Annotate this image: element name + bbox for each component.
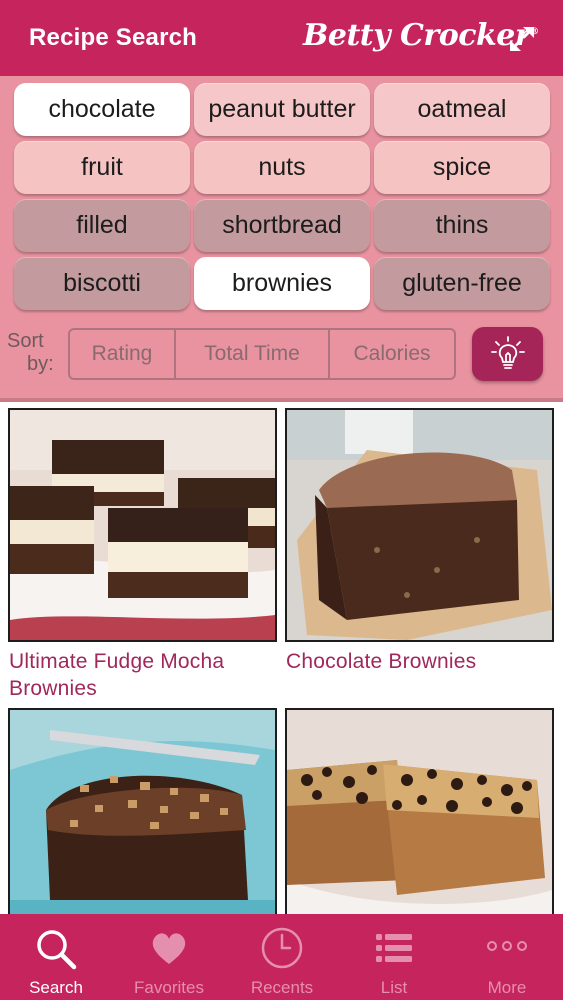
expand-arrows-icon[interactable] [508, 25, 536, 53]
more-dots-icon [487, 941, 527, 951]
sort-rating-button[interactable]: Rating [70, 330, 176, 378]
filter-chip-spice[interactable]: spice [374, 141, 550, 194]
recipe-title[interactable]: Ultimate Fudge Mocha Brownies [9, 648, 279, 702]
sort-segmented-control: Rating Total Time Calories [68, 328, 456, 380]
search-icon [37, 930, 77, 970]
filter-chip-shortbread[interactable]: shortbread [194, 199, 370, 252]
clock-icon [261, 927, 303, 969]
recipe-card[interactable] [0, 706, 282, 914]
recipe-card[interactable]: Chocolate Brownies [282, 402, 563, 702]
filter-chip-oatmeal[interactable]: oatmeal [374, 83, 550, 136]
recipe-photo [8, 708, 277, 914]
filter-chip-gluten-free[interactable]: gluten-free [374, 257, 550, 310]
tab-favorites[interactable]: Favorites [113, 914, 225, 1000]
tab-list[interactable]: List [338, 914, 450, 1000]
filter-chip-peanut-butter[interactable]: peanut butter [194, 83, 370, 136]
recipe-photo [285, 408, 554, 642]
brand-logo: Betty Crocker® [303, 18, 539, 53]
recipe-photo [285, 708, 554, 914]
filter-chip-fruit[interactable]: fruit [14, 141, 190, 194]
filter-chip-nuts[interactable]: nuts [194, 141, 370, 194]
recipe-card[interactable] [282, 706, 563, 914]
sort-label: Sort by: [7, 330, 54, 375]
results-grid: Ultimate Fudge Mocha Brownies Chocolate … [0, 402, 563, 914]
sort-calories-button[interactable]: Calories [330, 330, 454, 378]
app-header: Recipe Search Betty Crocker® [0, 0, 563, 76]
filter-chip-brownies[interactable]: brownies [194, 257, 370, 310]
sort-total-time-button[interactable]: Total Time [176, 330, 330, 378]
page-title: Recipe Search [29, 24, 198, 51]
heart-icon [152, 933, 186, 964]
tab-more[interactable]: More [451, 914, 563, 1000]
lightbulb-icon [490, 336, 525, 369]
filter-chip-chocolate[interactable]: chocolate [14, 83, 190, 136]
tab-search[interactable]: Search [0, 914, 112, 1000]
tab-recents[interactable]: Recents [226, 914, 338, 1000]
recipe-title[interactable]: Chocolate Brownies [286, 648, 556, 675]
tab-bar: Search Favorites Recents List More [0, 914, 563, 1000]
filter-chip-thins[interactable]: thins [374, 199, 550, 252]
filter-chip-filled[interactable]: filled [14, 199, 190, 252]
recipe-photo [8, 408, 277, 642]
idea-button[interactable] [472, 327, 543, 381]
recipe-card[interactable]: Ultimate Fudge Mocha Brownies [0, 402, 282, 702]
list-icon [376, 934, 412, 962]
filter-chip-biscotti[interactable]: biscotti [14, 257, 190, 310]
